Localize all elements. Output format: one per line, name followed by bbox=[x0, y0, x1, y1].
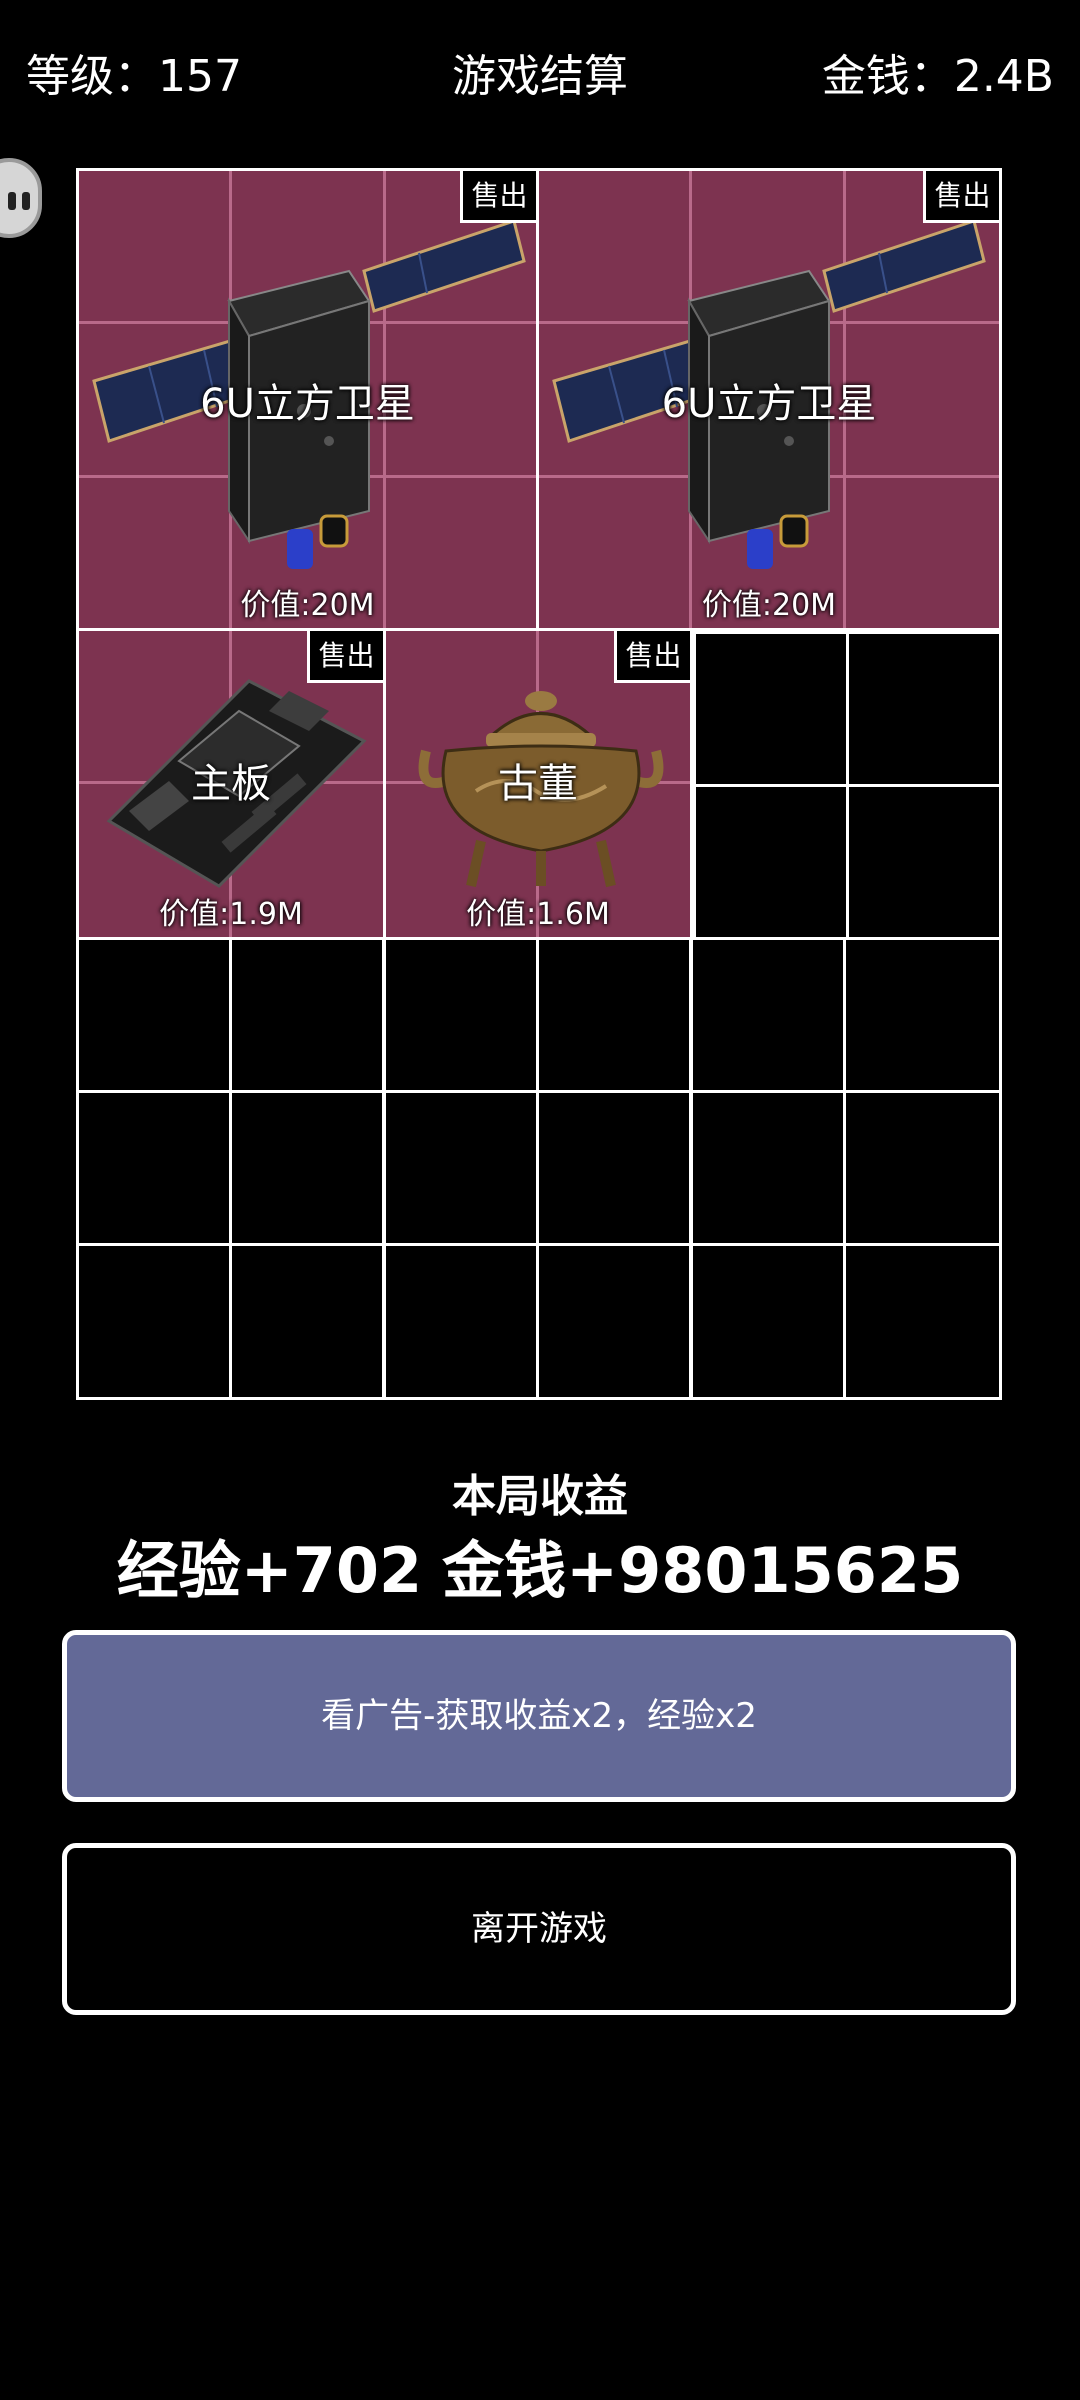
assistant-eye-icon bbox=[22, 192, 30, 210]
empty-slot bbox=[229, 937, 385, 1093]
money-display: 金钱：2.4B bbox=[821, 51, 1054, 102]
empty-slot bbox=[229, 1243, 385, 1400]
empty-slot bbox=[693, 784, 849, 940]
empty-slot bbox=[690, 1243, 846, 1400]
empty-slot bbox=[383, 1243, 539, 1400]
earned-exp: 经验+702 bbox=[116, 1534, 423, 1607]
sell-button[interactable]: 售出 bbox=[614, 631, 690, 683]
item-name: 6U立方卫星 bbox=[200, 381, 415, 427]
inventory-item-motherboard[interactable]: 售出 主板 价值:1.9M bbox=[76, 628, 386, 940]
inventory-item-satellite[interactable]: 售出 6U立方卫星 价值:20M bbox=[76, 168, 539, 631]
item-value: 价值:1.6M bbox=[466, 897, 610, 932]
empty-slot bbox=[843, 937, 1002, 1093]
empty-slot bbox=[690, 937, 846, 1093]
empty-slot bbox=[536, 937, 692, 1093]
empty-slot bbox=[76, 1090, 232, 1246]
earned-money: 金钱+98015625 bbox=[442, 1534, 964, 1607]
earnings-title: 本局收益 bbox=[452, 1471, 628, 1522]
item-value: 价值:20M bbox=[701, 588, 837, 623]
empty-slot bbox=[843, 1090, 1002, 1246]
item-name: 6U立方卫星 bbox=[661, 381, 877, 427]
earnings-summary: 经验+702 金钱+98015625 bbox=[0, 1520, 1080, 1610]
empty-slot bbox=[536, 1090, 692, 1246]
sell-button[interactable]: 售出 bbox=[307, 631, 383, 683]
empty-slot bbox=[76, 1243, 232, 1400]
empty-slot bbox=[690, 1090, 846, 1246]
inventory-item-satellite[interactable]: 售出 6U立方卫星 价值:20M bbox=[536, 168, 1002, 631]
sell-button[interactable]: 售出 bbox=[460, 171, 536, 223]
empty-slot bbox=[846, 784, 1002, 940]
top-bar: 等级：157 游戏结算 金钱：2.4B bbox=[0, 40, 1080, 102]
inventory-item-antique[interactable]: 售出 古董 价值:1.6M bbox=[383, 628, 693, 940]
sell-button[interactable]: 售出 bbox=[923, 171, 999, 223]
empty-slot bbox=[383, 937, 539, 1093]
assistant-eye-icon bbox=[8, 192, 16, 210]
item-name: 主板 bbox=[191, 761, 271, 807]
empty-slot bbox=[383, 1090, 539, 1246]
empty-slot bbox=[693, 631, 849, 787]
empty-slot bbox=[536, 1243, 692, 1400]
item-value: 价值:1.9M bbox=[159, 897, 303, 932]
empty-slot bbox=[846, 631, 1002, 787]
empty-slot bbox=[229, 1090, 385, 1246]
empty-slot bbox=[843, 1243, 1002, 1400]
item-value: 价值:20M bbox=[240, 588, 375, 623]
empty-slot bbox=[76, 937, 232, 1093]
floating-assistant-button[interactable] bbox=[0, 158, 42, 238]
item-name: 古董 bbox=[498, 761, 578, 807]
leave-game-button[interactable]: 离开游戏 bbox=[62, 1843, 1016, 2015]
inventory-grid: 售出 6U立方卫星 价值:20M 售出 6U立方卫星 价值:20M 售出 主板 … bbox=[76, 168, 1002, 1400]
watch-ad-double-button[interactable]: 看广告-获取收益x2，经验x2 bbox=[62, 1630, 1016, 1802]
